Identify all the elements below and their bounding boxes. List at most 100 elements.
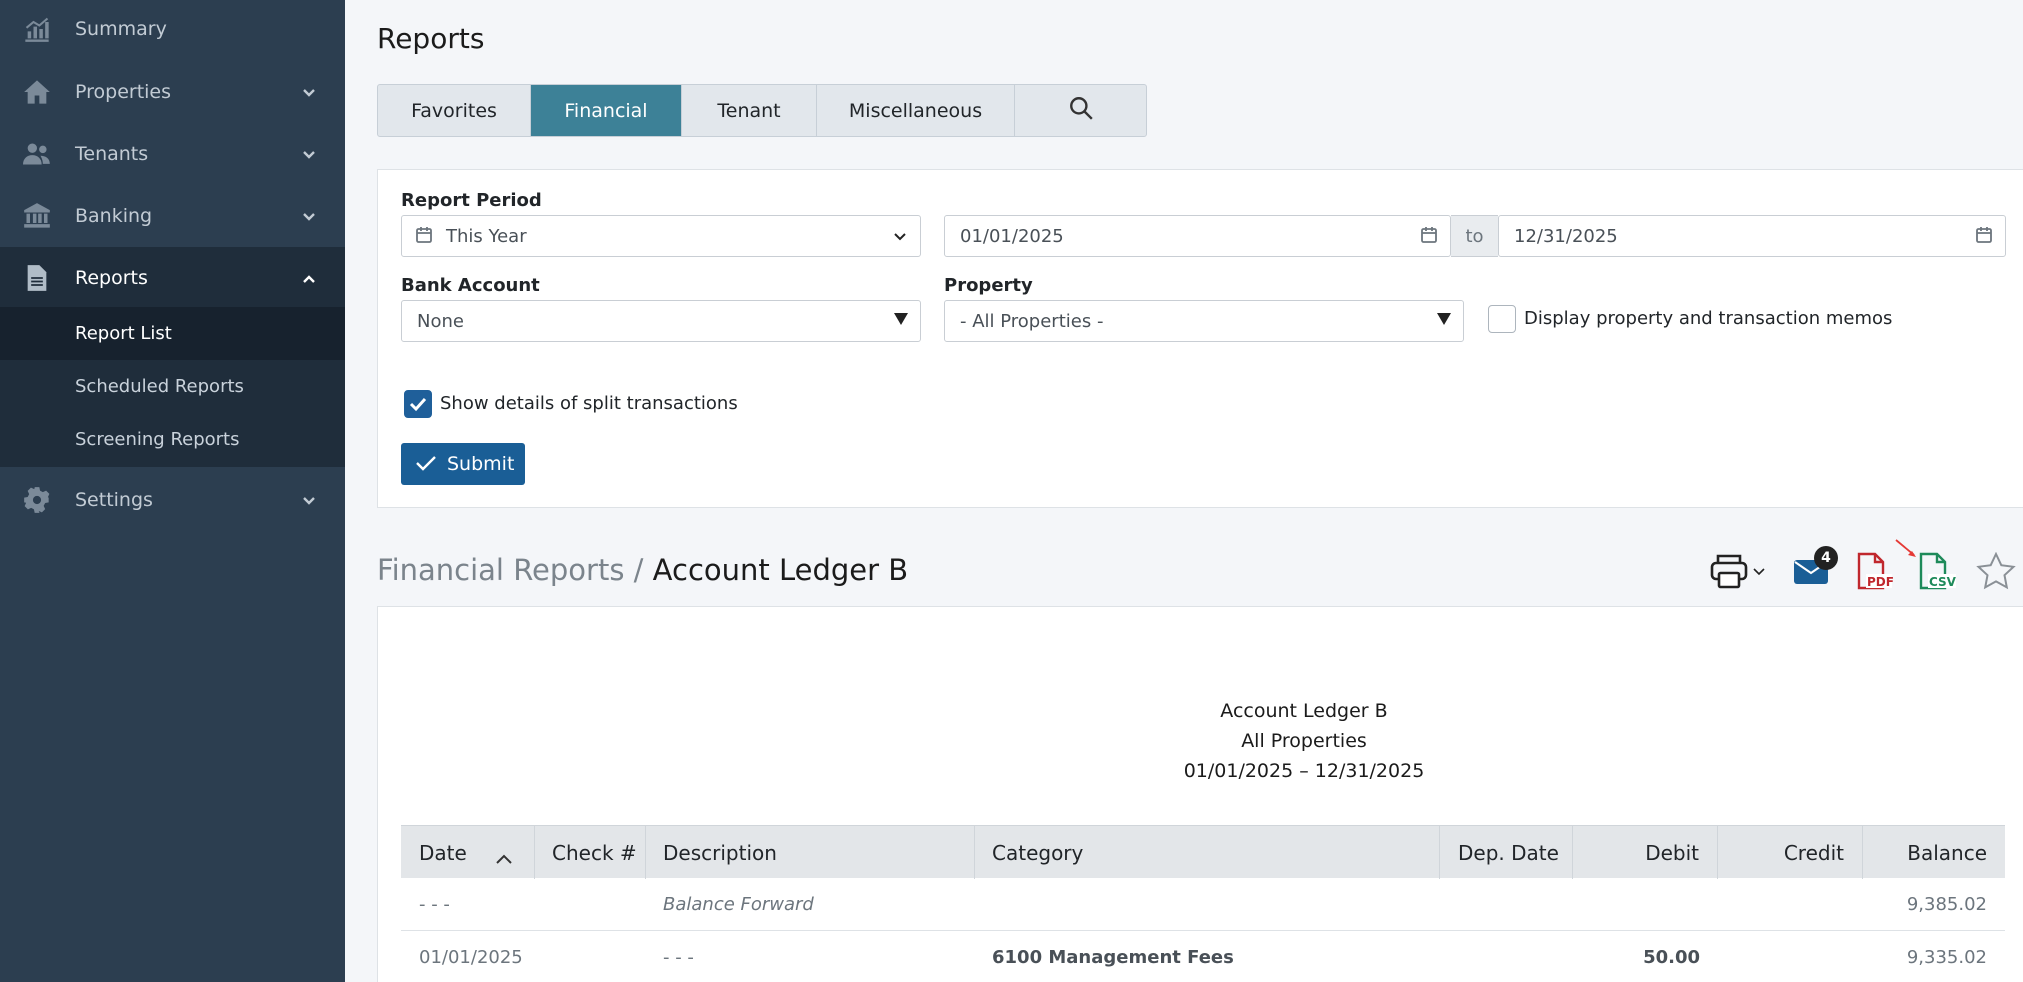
tab-search[interactable] [1015,85,1146,136]
breadcrumb-separator: / [624,553,653,587]
report-date-range: 01/01/2025 – 12/31/2025 [1183,760,1425,782]
sidebar-subitem-scheduled-reports[interactable]: Scheduled Reports [75,376,244,397]
split-transactions-checkbox[interactable] [404,390,432,418]
sidebar-item-summary[interactable]: Summary [0,0,345,60]
sort-ascending-icon [495,846,513,870]
pdf-file-icon: PDF [1857,552,1894,590]
cell-check: - - - [663,947,694,968]
column-header-debit[interactable]: Debit [1573,826,1718,879]
users-icon [22,139,52,169]
svg-text:PDF: PDF [1867,575,1893,589]
property-value: - All Properties - [960,310,1104,332]
sidebar-item-label: Reports [75,267,148,289]
start-date-value: 01/01/2025 [960,225,1064,247]
cell-balance: 9,335.02 [1906,947,1987,968]
favorite-star-button[interactable] [1976,551,2016,594]
sidebar-item-properties[interactable]: Properties [0,61,345,123]
bank-account-select[interactable]: None [401,300,921,342]
memos-checkbox[interactable] [1488,305,1516,333]
print-button[interactable] [1710,553,1770,593]
home-icon [22,77,52,107]
split-transactions-label: Show details of split transactions [440,393,738,414]
sidebar-item-label: Settings [75,489,153,511]
calendar-icon[interactable] [1420,226,1438,249]
sidebar-item-settings[interactable]: Settings [0,469,345,531]
report-subtitle: All Properties [1241,730,1367,752]
table-header: Date Check # Description Category Dep. D… [401,825,2005,879]
column-header-check[interactable]: Check # [535,826,646,879]
calendar-icon [415,226,433,249]
chevron-down-icon [301,492,317,508]
report-period-label: Report Period [401,190,542,211]
report-period-value: This Year [446,225,527,247]
property-label: Property [944,275,1033,296]
report-category-tabs: Favorites Financial Tenant Miscellaneous [377,84,1147,137]
csv-file-icon: CSV [1919,552,1957,590]
tab-financial[interactable]: Financial [531,85,682,136]
report-title: Account Ledger B [1220,700,1388,722]
tab-tenant[interactable]: Tenant [682,85,817,136]
sidebar-item-tenants[interactable]: Tenants [0,123,345,185]
start-date-input[interactable]: 01/01/2025 [944,215,1451,257]
cell-description: Balance Forward [663,894,814,915]
gear-icon [22,485,52,515]
star-icon [1976,551,2016,590]
sidebar: Summary Properties Tenants Banking Repor… [0,0,345,982]
caret-down-icon [1437,313,1451,325]
cell-balance: 9,385.02 [1906,894,1987,915]
chevron-up-icon [301,270,317,286]
chevron-down-icon [301,208,317,224]
column-header-description[interactable]: Description [646,826,975,879]
search-icon [1068,95,1094,126]
chart-icon [22,14,52,44]
column-header-category[interactable]: Category [975,826,1440,879]
cell-date: - - - [419,894,450,915]
check-icon [416,456,436,471]
document-icon [22,263,52,293]
chevron-down-icon [892,228,908,249]
breadcrumb-parent-link[interactable]: Financial Reports [377,553,624,587]
tab-miscellaneous[interactable]: Miscellaneous [817,85,1015,136]
calendar-icon[interactable] [1975,226,1993,249]
submit-button-label: Submit [447,453,515,475]
sidebar-subitem-screening-reports[interactable]: Screening Reports [75,429,240,450]
table-row: 01/01/2025 - - - 6100 Management Fees 50… [401,931,2005,982]
page-title: Reports [377,22,485,55]
date-range-to-label: to [1451,215,1498,257]
column-header-credit[interactable]: Credit [1718,826,1863,879]
chevron-down-icon [301,84,317,100]
table-row: - - - Balance Forward 9,385.02 [401,878,2005,931]
sidebar-item-reports[interactable]: Reports [0,247,345,309]
submit-button[interactable]: Submit [401,443,525,485]
end-date-input[interactable]: 12/31/2025 [1498,215,2006,257]
sidebar-subitem-report-list[interactable]: Report List [75,323,172,344]
printer-icon [1710,554,1765,589]
report-filter-panel: Report Period This Year 01/01/2025 to 12… [377,169,2023,508]
sidebar-item-label: Banking [75,205,153,227]
caret-down-icon [894,313,908,325]
chevron-down-icon [301,146,317,162]
export-csv-button[interactable]: CSV [1915,552,1957,596]
end-date-value: 12/31/2025 [1514,225,1618,247]
cell-date: 01/01/2025 [419,947,523,968]
sidebar-item-banking[interactable]: Banking [0,185,345,247]
column-header-label: Date [419,840,467,865]
sidebar-item-label: Summary [75,18,167,40]
property-select[interactable]: - All Properties - [944,300,1464,342]
sidebar-item-label: Properties [75,81,172,103]
tab-favorites[interactable]: Favorites [378,85,531,136]
email-count-badge: 4 [1814,546,1838,570]
memos-checkbox-label: Display property and transaction memos [1524,308,1893,329]
export-pdf-button[interactable]: PDF [1853,552,1894,596]
column-header-date[interactable]: Date [401,826,535,879]
check-icon [409,397,427,412]
report-period-select[interactable]: This Year [401,215,921,257]
breadcrumb-current: Account Ledger B [652,553,909,587]
bank-account-value: None [417,310,464,332]
column-header-balance[interactable]: Balance [1863,826,2005,879]
column-header-dep-date[interactable]: Dep. Date [1440,826,1573,879]
cell-category: 6100 Management Fees [992,947,1234,968]
cell-debit: 50.00 [1643,947,1700,968]
sidebar-item-label: Tenants [75,143,149,165]
svg-text:CSV: CSV [1929,575,1957,589]
